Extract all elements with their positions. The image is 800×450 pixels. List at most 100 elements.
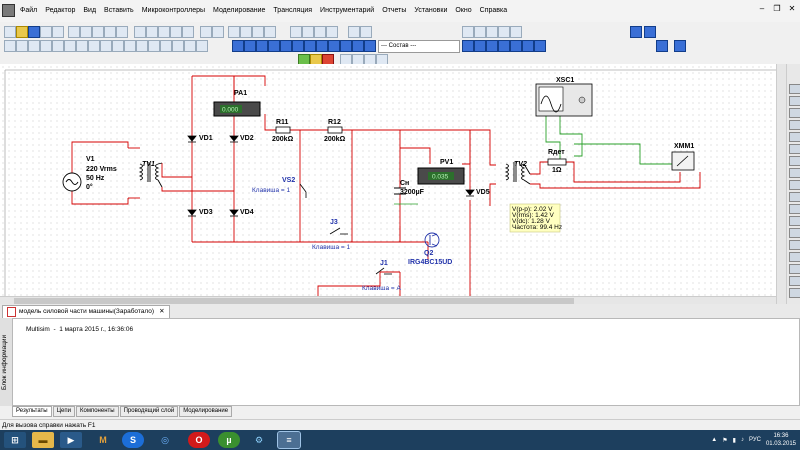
menu-insert[interactable]: Вставить xyxy=(100,0,138,22)
skype-icon[interactable]: S xyxy=(122,432,144,448)
instrument-wattmeter-icon[interactable] xyxy=(789,108,800,118)
new-file-icon[interactable] xyxy=(4,26,16,38)
multimeter-xmm1[interactable] xyxy=(671,151,695,171)
probe-3-icon[interactable] xyxy=(498,26,510,38)
iv-analyzer-icon[interactable] xyxy=(352,40,364,52)
instrument-funcgen-icon[interactable] xyxy=(789,96,800,106)
mathcad-icon[interactable]: M xyxy=(92,432,114,448)
design-toolbox-icon[interactable] xyxy=(200,26,212,38)
place-source-icon[interactable] xyxy=(4,40,16,52)
redo-icon[interactable] xyxy=(116,26,128,38)
multisim-taskbar-icon[interactable]: ≡ xyxy=(277,431,301,449)
menu-simulate[interactable]: Моделирование xyxy=(209,0,269,22)
instrument-logicconv-icon[interactable] xyxy=(789,192,800,202)
menu-tools[interactable]: Инструментарий xyxy=(316,0,378,22)
distortion-icon[interactable] xyxy=(364,40,376,52)
app-dark-icon[interactable]: ◎ xyxy=(154,432,176,448)
instrument-distortion-icon[interactable] xyxy=(789,216,800,226)
menu-window[interactable]: Окно xyxy=(451,0,475,22)
instrument-counter-icon[interactable] xyxy=(789,156,800,166)
tray-arrow-icon[interactable]: ▲ xyxy=(711,437,717,443)
resistor-r11[interactable] xyxy=(275,126,291,134)
tab-components[interactable]: Компоненты xyxy=(76,406,119,417)
annotate-icon[interactable] xyxy=(302,26,314,38)
instrument-logic-icon[interactable] xyxy=(789,180,800,190)
menu-mcu[interactable]: Микроконтроллеры xyxy=(138,0,209,22)
instrument-multimeter-icon[interactable] xyxy=(789,84,800,94)
place-mixed-icon[interactable] xyxy=(100,40,112,52)
word-gen-icon[interactable] xyxy=(316,40,328,52)
print-icon[interactable] xyxy=(40,26,52,38)
place-hier-icon[interactable] xyxy=(184,40,196,52)
bode-icon[interactable] xyxy=(292,40,304,52)
instrument-network-icon[interactable] xyxy=(789,240,800,250)
probe-icon[interactable] xyxy=(474,26,486,38)
instrument-scope4-icon[interactable] xyxy=(789,132,800,142)
labview-icon[interactable] xyxy=(522,40,534,52)
zoom-in-icon[interactable] xyxy=(146,26,158,38)
probe-2-icon[interactable] xyxy=(486,26,498,38)
instrument-spectrum-icon[interactable] xyxy=(789,228,800,238)
place-mcu-icon[interactable] xyxy=(172,40,184,52)
media-player-icon[interactable]: ▶ xyxy=(60,432,82,448)
tektronix-icon[interactable] xyxy=(498,40,510,52)
virtual-icon[interactable] xyxy=(674,40,686,52)
menu-view[interactable]: Вид xyxy=(79,0,100,22)
instrument-tek-icon[interactable] xyxy=(789,264,800,274)
menu-file[interactable]: Файл xyxy=(16,0,41,22)
place-electromech-icon[interactable] xyxy=(160,40,172,52)
current-probe-icon[interactable] xyxy=(534,40,546,52)
tab-copper-layers[interactable]: Проводящий слой xyxy=(119,406,179,417)
agilent-icon[interactable] xyxy=(486,40,498,52)
in-use-list-icon[interactable] xyxy=(348,26,360,38)
igbt-q2[interactable] xyxy=(424,232,440,248)
voltage-source-v1[interactable] xyxy=(62,172,82,192)
menu-reports[interactable]: Отчеты xyxy=(378,0,410,22)
document-tab[interactable]: модель силовой части машины(Заработало) … xyxy=(2,305,170,319)
save-icon[interactable] xyxy=(28,26,40,38)
zoom-out-icon[interactable] xyxy=(158,26,170,38)
backannotate-icon[interactable] xyxy=(314,26,326,38)
network-analyzer-icon[interactable] xyxy=(474,40,486,52)
instrument-iv-icon[interactable] xyxy=(789,204,800,214)
forward-icon[interactable] xyxy=(326,26,338,38)
wattmeter-icon[interactable] xyxy=(256,40,268,52)
instrument-probe-icon[interactable] xyxy=(789,276,800,286)
switch-j3[interactable] xyxy=(329,227,348,235)
tab-nets[interactable]: Цепи xyxy=(52,406,75,417)
restore-icon[interactable]: ❐ xyxy=(771,3,783,15)
app-icon[interactable] xyxy=(2,4,15,17)
place-basic-icon[interactable] xyxy=(16,40,28,52)
oscilloscope-xsc1[interactable] xyxy=(535,83,593,117)
component-wizard-icon[interactable] xyxy=(264,26,276,38)
open-folder-icon[interactable] xyxy=(16,26,28,38)
place-indicator-icon[interactable] xyxy=(112,40,124,52)
file-explorer-icon[interactable]: ▬ xyxy=(32,432,54,448)
place-ttl-icon[interactable] xyxy=(64,40,76,52)
undo-icon[interactable] xyxy=(104,26,116,38)
resistor-rdet[interactable] xyxy=(547,158,567,166)
menu-editor[interactable]: Редактор xyxy=(41,0,79,22)
volume-icon[interactable]: ♪ xyxy=(741,437,744,443)
instrument-scope-icon[interactable] xyxy=(789,120,800,130)
place-power-icon[interactable] xyxy=(124,40,136,52)
start-button-icon[interactable]: ⊞ xyxy=(4,432,26,448)
spreadsheet-icon[interactable] xyxy=(212,26,224,38)
multimeter-icon[interactable] xyxy=(232,40,244,52)
tab-simulation[interactable]: Моделирование xyxy=(179,406,233,417)
probe-live-icon[interactable] xyxy=(510,40,522,52)
menu-transfer[interactable]: Трансляция xyxy=(269,0,316,22)
switch-vs2[interactable] xyxy=(299,183,307,198)
cut-icon[interactable] xyxy=(68,26,80,38)
copy-icon[interactable] xyxy=(80,26,92,38)
place-analog-icon[interactable] xyxy=(52,40,64,52)
opera-icon[interactable]: O xyxy=(188,432,210,448)
nav-back-icon[interactable] xyxy=(630,26,642,38)
place-misc-icon[interactable] xyxy=(136,40,148,52)
instrument-bode-icon[interactable] xyxy=(789,144,800,154)
grapher-icon[interactable] xyxy=(228,26,240,38)
oscilloscope-icon[interactable] xyxy=(268,40,280,52)
fullscreen-icon[interactable] xyxy=(134,26,146,38)
help-icon[interactable] xyxy=(360,26,372,38)
function-gen-icon[interactable] xyxy=(244,40,256,52)
